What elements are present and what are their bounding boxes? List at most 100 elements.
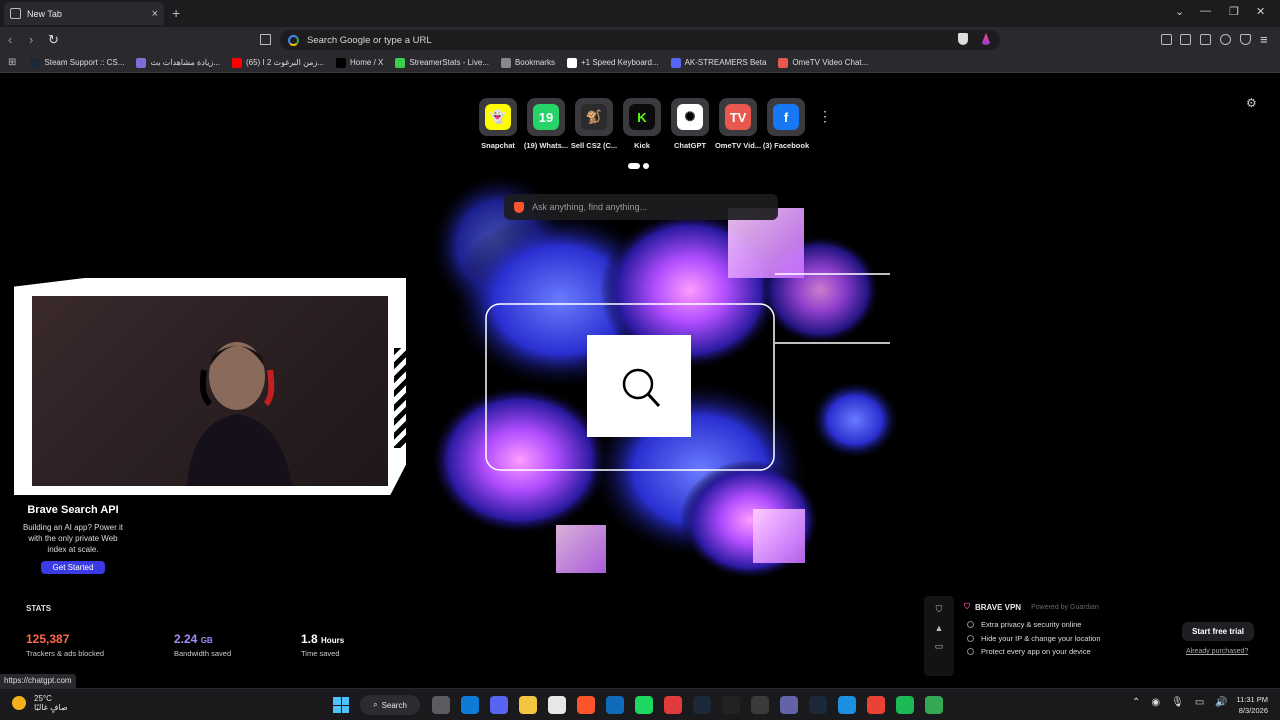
bookmark-item[interactable]: StreamerStats - Live... — [395, 57, 489, 68]
weather-icon — [12, 696, 26, 710]
taskbar: 25°C صافٍ غالبًا ⌕ Search ⌃ ◉ 🎙 ▭ 🔊 11:3… — [0, 688, 1280, 720]
taskbar-search-label: Search — [381, 700, 407, 710]
taskbar-app-icon[interactable] — [838, 696, 856, 714]
search-icon: ⌕ — [373, 700, 378, 709]
promo-title: Brave Search API — [27, 504, 119, 516]
taskbar-app-icon[interactable] — [925, 696, 943, 714]
stat-trackers: 125,387 Trackers & ads blocked — [26, 632, 104, 658]
top-site-tile[interactable]: 👻 Snapchat — [474, 98, 522, 150]
top-site-tile[interactable]: f (3) Facebook — [762, 98, 810, 150]
taskbar-app-icon[interactable] — [664, 696, 682, 714]
taskbar-search[interactable]: ⌕ Search — [360, 695, 420, 715]
talk-widget-icon[interactable]: ▭ — [924, 641, 954, 652]
top-site-glyph: TV — [725, 104, 751, 130]
system-tray: ⌃ ◉ 🎙 ▭ 🔊 — [1132, 697, 1228, 708]
leo-ai-icon[interactable] — [1220, 34, 1231, 45]
minimize-icon[interactable]: — — [1200, 5, 1211, 17]
top-site-glyph: f — [773, 104, 799, 130]
top-sites-pager[interactable] — [628, 163, 649, 169]
new-tab-button[interactable]: + — [172, 5, 180, 21]
pager-dot[interactable] — [643, 163, 649, 169]
bookmark-item[interactable]: Bookmarks — [500, 57, 555, 68]
bookmark-label: زيادة مشاهدات بث... — [150, 58, 220, 67]
taskbar-app-icon[interactable] — [780, 696, 798, 714]
weather-widget[interactable]: 25°C صافٍ غالبًا — [12, 694, 68, 712]
extensions-icon[interactable] — [1161, 34, 1172, 45]
back-icon[interactable]: ‹ — [8, 32, 12, 47]
taskbar-app-icon[interactable] — [722, 696, 740, 714]
taskbar-app-icon[interactable] — [867, 696, 885, 714]
bookmark-item[interactable]: Home / X — [336, 57, 384, 68]
top-site-tile[interactable]: TV OmeTV Vid... — [714, 98, 762, 150]
network-icon[interactable]: ▭ — [1195, 697, 1204, 708]
menu-icon[interactable]: ≡ — [1260, 32, 1268, 47]
top-site-tile[interactable]: K Kick — [618, 98, 666, 150]
taskbar-app-icon[interactable] — [809, 696, 827, 714]
microphone-icon[interactable]: 🎙 — [1171, 697, 1184, 708]
taskbar-app-icon[interactable] — [490, 696, 508, 714]
start-button[interactable] — [333, 697, 349, 713]
top-site-glyph: 👻 — [485, 104, 511, 130]
bookmark-item[interactable]: AK-STREAMERS Beta — [670, 57, 766, 68]
taskbar-app-icon[interactable] — [461, 696, 479, 714]
taskbar-app-icon[interactable] — [635, 696, 653, 714]
taskbar-app-icon[interactable] — [548, 696, 566, 714]
clock[interactable]: 11:31 PM 8/3/2026 — [1232, 694, 1268, 716]
restore-icon[interactable]: ❐ — [1229, 5, 1239, 18]
volume-icon[interactable]: 🔊 — [1215, 697, 1227, 708]
pager-dot-active[interactable] — [628, 163, 640, 169]
bookmark-favicon-icon — [778, 57, 789, 68]
settings-gear-icon[interactable]: ⚙ — [1246, 96, 1257, 110]
taskbar-app-icon[interactable] — [432, 696, 450, 714]
top-site-tile[interactable]: 19 (19) Whats... — [522, 98, 570, 150]
bookmark-favicon-icon — [336, 57, 347, 68]
top-site-icon: 19 — [527, 98, 565, 136]
bookmark-item[interactable]: زيادة مشاهدات بث... — [136, 57, 220, 68]
close-window-icon[interactable]: ✕ — [1256, 5, 1265, 18]
taskbar-app-icon[interactable] — [606, 696, 624, 714]
taskbar-app-icon[interactable] — [519, 696, 537, 714]
start-free-trial-button[interactable]: Start free trial — [1182, 622, 1255, 641]
search-input[interactable]: Ask anything, find anything... — [504, 194, 778, 220]
top-site-icon: 🐒 — [575, 98, 613, 136]
tab-search-icon[interactable]: ⌄ — [1175, 5, 1184, 18]
bookmark-item[interactable]: +1 Speed Keyboard... — [566, 57, 659, 68]
already-purchased-link[interactable]: Already purchased? — [1186, 648, 1248, 655]
bookmark-icon[interactable] — [260, 34, 271, 45]
address-bar[interactable]: Search Google or type a URL — [280, 30, 1000, 50]
bookmark-item[interactable]: (65) زمن البرغوث 2 ا... — [231, 57, 324, 68]
weather-temp: 25°C — [34, 694, 52, 703]
taskbar-app-icon[interactable] — [577, 696, 595, 714]
taskbar-app-icon[interactable] — [693, 696, 711, 714]
apps-grid-icon[interactable]: ⊞ — [8, 57, 16, 68]
brave-shields-icon[interactable] — [958, 33, 968, 45]
bookmark-item[interactable]: OmeTV Video Chat... — [778, 57, 868, 68]
close-tab-icon[interactable]: × — [152, 8, 158, 20]
rewards-widget-icon[interactable]: ▲ — [924, 623, 954, 633]
wallet-icon[interactable] — [1200, 34, 1211, 45]
taskbar-app-icon[interactable] — [896, 696, 914, 714]
bookmark-label: +1 Speed Keyboard... — [580, 58, 659, 67]
bookmark-label: Home / X — [350, 58, 384, 67]
tray-app-icon[interactable]: ◉ — [1151, 697, 1160, 708]
stat-label: Trackers & ads blocked — [26, 649, 105, 658]
vpn-widget-icon[interactable]: ⛉ — [924, 604, 954, 615]
tray-chevron-icon[interactable]: ⌃ — [1132, 697, 1140, 708]
taskbar-app-icon[interactable] — [751, 696, 769, 714]
top-site-tile[interactable]: 🐒 Sell CS2 (C... — [570, 98, 618, 150]
reload-icon[interactable]: ↻ — [48, 32, 59, 48]
address-placeholder: Search Google or type a URL — [307, 34, 432, 46]
vpn-icon[interactable] — [1240, 34, 1251, 45]
forward-icon[interactable]: › — [29, 32, 33, 47]
clock-time: 11:31 PM — [1236, 695, 1268, 704]
sidebar-icon[interactable] — [1180, 34, 1191, 45]
tab-new-tab[interactable]: New Tab × — [4, 2, 164, 25]
bookmark-favicon-icon — [670, 57, 681, 68]
bookmark-favicon-icon — [30, 57, 41, 68]
top-site-tile[interactable]: ✺ ChatGPT — [666, 98, 714, 150]
vpn-powered-by: Powered by Guardian — [1031, 603, 1099, 611]
top-site-glyph: ✺ — [677, 104, 703, 130]
bookmark-item[interactable]: Steam Support :: CS... — [30, 57, 124, 68]
more-sites-icon[interactable]: ⋮ — [818, 108, 832, 125]
get-started-button[interactable]: Get Started — [40, 561, 106, 574]
